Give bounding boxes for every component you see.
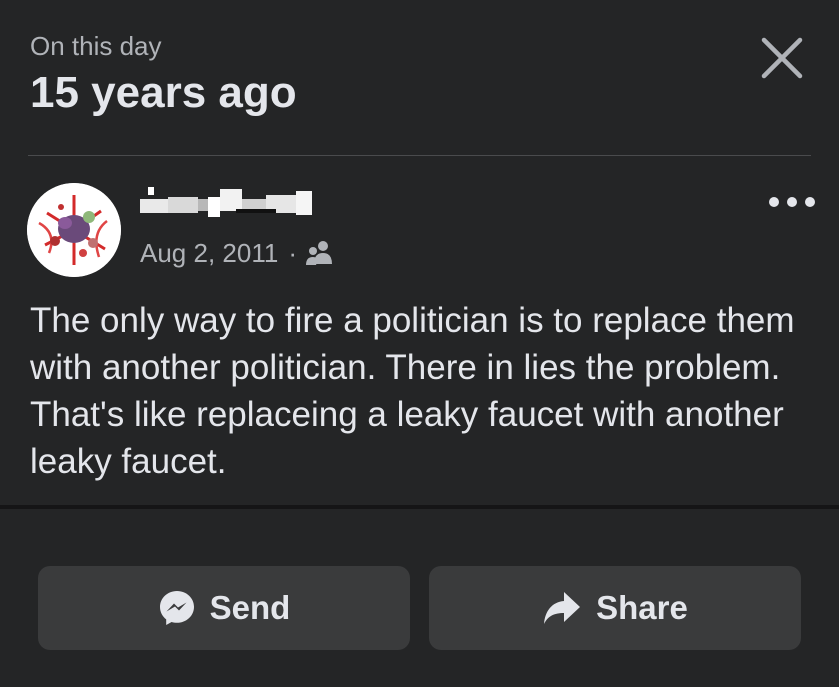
more-options-icon <box>769 197 815 207</box>
send-label: Send <box>209 589 291 626</box>
actions-divider <box>0 505 839 509</box>
share-button[interactable]: Share <box>429 566 801 650</box>
share-label: Share <box>596 589 688 626</box>
more-options-button[interactable] <box>764 190 820 214</box>
friends-icon <box>305 241 332 265</box>
header-subtitle: On this day <box>30 31 162 61</box>
post-text: The only way to fire a politician is to … <box>30 301 795 481</box>
memory-header: On this day 15 years ago <box>0 0 839 156</box>
send-button[interactable]: Send <box>38 566 410 650</box>
messenger-icon <box>158 589 196 627</box>
memory-post: Aug 2, 2011 · The only way to fire a pol… <box>0 156 839 506</box>
redacted-name-image <box>140 187 312 217</box>
post-meta: Aug 2, 2011 · <box>140 236 333 270</box>
close-icon <box>761 37 803 79</box>
meta-separator: · <box>288 237 297 268</box>
header-title: 15 years ago <box>30 68 297 117</box>
post-date[interactable]: Aug 2, 2011 <box>140 238 278 269</box>
share-arrow-icon <box>542 590 582 626</box>
author-name-redacted[interactable] <box>138 185 314 221</box>
close-button[interactable] <box>757 33 807 83</box>
avatar[interactable] <box>27 183 121 277</box>
avatar-image <box>27 183 121 277</box>
